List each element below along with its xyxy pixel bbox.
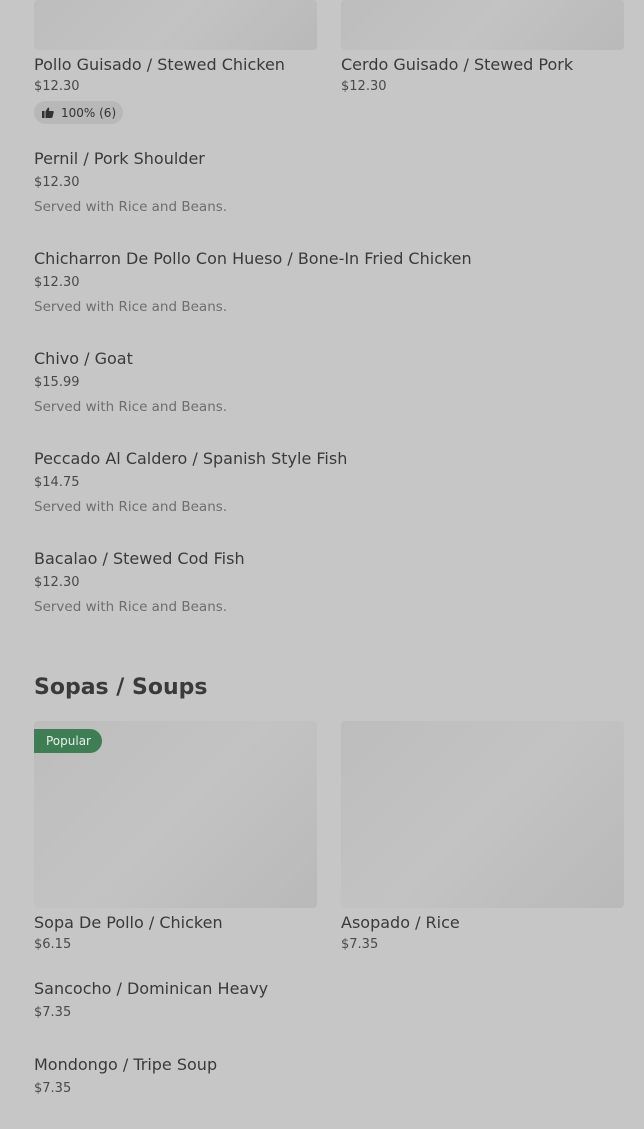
popular-badge: Popular [34, 729, 102, 753]
item-name: Mondongo / Tripe Soup [34, 1055, 218, 1074]
item-image-cerdo-guisado[interactable] [341, 0, 624, 50]
rating-badge: 100% (6) [34, 101, 123, 124]
item-price: $14.75 [34, 475, 80, 490]
item-description: Served with Rice and Beans. [34, 399, 228, 415]
rating-text: 100% (6) [61, 105, 117, 120]
item-price: $12.30 [34, 175, 80, 190]
item-name: Peccado Al Caldero / Spanish Style Fish [34, 449, 348, 468]
item-price: $7.35 [34, 1005, 72, 1020]
item-price: $12.30 [34, 79, 80, 94]
item-price: $15.99 [34, 375, 80, 390]
item-price: $6.15 [34, 937, 72, 952]
item-image-asopado[interactable] [341, 721, 624, 908]
item-description: Served with Rice and Beans. [34, 199, 228, 215]
item-price: $12.30 [34, 275, 80, 290]
item-name: Sancocho / Dominican Heavy [34, 979, 269, 998]
item-price: $12.30 [341, 79, 387, 94]
item-image-pollo-guisado[interactable] [34, 0, 317, 50]
item-name[interactable]: Sopa De Pollo / Chicken [34, 913, 223, 932]
section-title: Sopas / Soups [34, 675, 208, 700]
thumbs-up-icon [42, 107, 54, 118]
item-description: Served with Rice and Beans. [34, 599, 228, 615]
item-name: Chivo / Goat [34, 349, 133, 368]
item-name[interactable]: Pollo Guisado / Stewed Chicken [34, 55, 285, 74]
item-price: $12.30 [34, 575, 80, 590]
item-name[interactable]: Cerdo Guisado / Stewed Pork [341, 55, 573, 74]
item-price: $7.35 [341, 937, 379, 952]
item-price: $7.35 [34, 1081, 72, 1096]
item-name: Pernil / Pork Shoulder [34, 149, 205, 168]
item-name: Bacalao / Stewed Cod Fish [34, 549, 245, 568]
item-name[interactable]: Asopado / Rice [341, 913, 460, 932]
item-description: Served with Rice and Beans. [34, 499, 228, 515]
item-description: Served with Rice and Beans. [34, 299, 228, 315]
item-name: Chicharron De Pollo Con Hueso / Bone-In … [34, 249, 472, 268]
